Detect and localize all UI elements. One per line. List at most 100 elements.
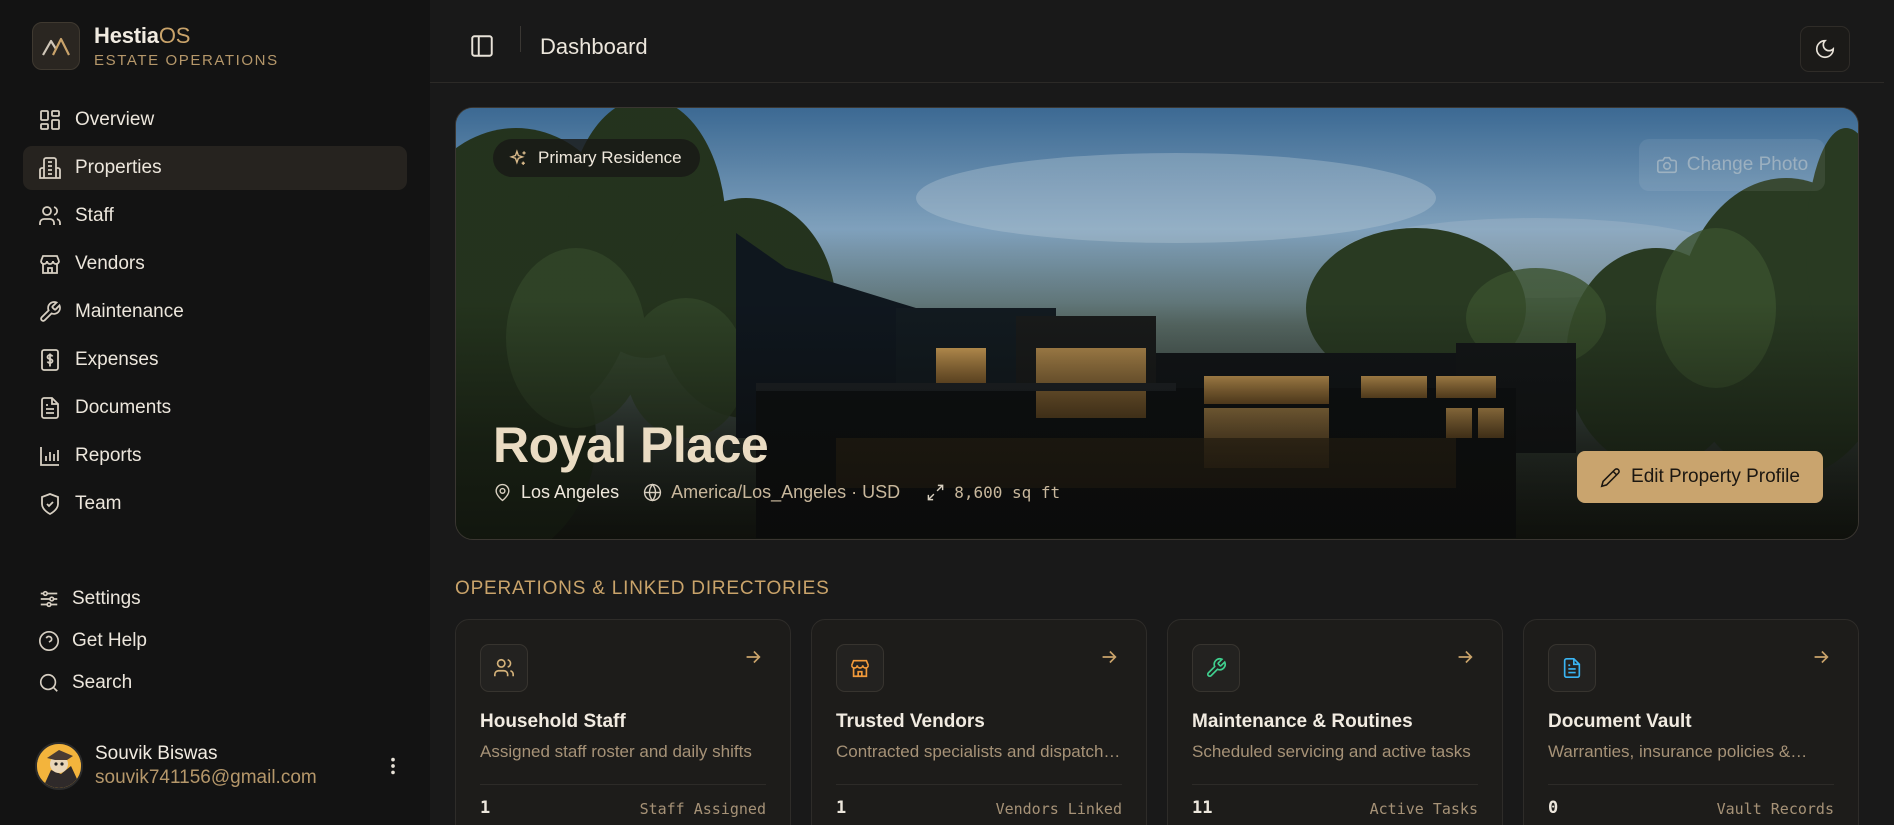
pencil-icon xyxy=(1600,467,1621,488)
card-title: Document Vault xyxy=(1548,711,1692,732)
card-label: Staff Assigned xyxy=(639,800,766,818)
sidebar-item-maintenance[interactable]: Maintenance xyxy=(23,290,407,334)
more-vertical-icon[interactable] xyxy=(381,753,405,779)
hestia-logo-icon xyxy=(32,22,80,70)
grid-icon xyxy=(38,108,62,132)
card-description: Warranties, insurance policies &… xyxy=(1548,742,1808,761)
store-icon xyxy=(38,252,62,276)
card-count: 1 xyxy=(836,798,847,818)
theme-toggle-button[interactable] xyxy=(1800,26,1850,72)
arrow-right-icon[interactable] xyxy=(1098,646,1120,668)
sliders-icon xyxy=(38,588,60,610)
badge-label: Primary Residence xyxy=(538,148,682,167)
card-count: 0 xyxy=(1548,798,1559,818)
sidebar-item-team[interactable]: Team xyxy=(23,482,407,526)
sidebar-item-label: Reports xyxy=(75,445,142,466)
sidebar-item-vendors[interactable]: Vendors xyxy=(23,242,407,286)
card-maintenance-routines[interactable]: Maintenance & Routines Scheduled servici… xyxy=(1167,619,1503,825)
app-name: HestiaOS xyxy=(94,23,191,48)
sidebar-item-label: Staff xyxy=(75,205,114,226)
building-icon xyxy=(38,156,62,180)
top-header: Dashboard xyxy=(430,0,1884,83)
card-description: Scheduled servicing and active tasks xyxy=(1192,742,1471,761)
sidebar-item-documents[interactable]: Documents xyxy=(23,386,407,430)
edit-property-profile-button[interactable]: Edit Property Profile xyxy=(1577,451,1823,503)
card-divider xyxy=(480,784,766,785)
property-city: Los Angeles xyxy=(493,482,619,503)
primary-residence-badge: Primary Residence xyxy=(493,139,700,177)
app-subtitle: ESTATE OPERATIONS xyxy=(94,52,279,69)
search-icon xyxy=(38,672,60,694)
sidebar-item-label: Team xyxy=(75,493,122,514)
sidebar-item-expenses[interactable]: Expenses xyxy=(23,338,407,382)
sidebar-item-label: Get Help xyxy=(72,630,147,651)
change-photo-button[interactable]: Change Photo xyxy=(1639,139,1825,191)
users-icon xyxy=(38,204,62,228)
map-pin-icon xyxy=(493,483,512,502)
card-divider xyxy=(1192,784,1478,785)
main-nav: Overview Properties Staff Vendors Mainte… xyxy=(23,98,407,530)
sidebar-item-reports[interactable]: Reports xyxy=(23,434,407,478)
property-timezone: America/Los_Angeles · USD xyxy=(643,482,900,503)
arrow-right-icon[interactable] xyxy=(1454,646,1476,668)
property-meta: Los Angeles America/Los_Angeles · USD 8,… xyxy=(493,482,1060,503)
card-label: Vault Records xyxy=(1716,800,1834,818)
timezone-label: America/Los_Angeles · USD xyxy=(671,482,901,502)
city-label: Los Angeles xyxy=(521,482,620,502)
sidebar-toggle-icon[interactable] xyxy=(469,33,495,59)
avatar xyxy=(35,742,83,790)
globe-icon xyxy=(643,483,662,502)
sidebar-item-label: Expenses xyxy=(75,349,159,370)
sidebar-item-label: Vendors xyxy=(75,253,145,274)
user-profile[interactable]: Souvik Biswas souvik741156@gmail.com xyxy=(35,741,405,791)
sidebar-item-label: Maintenance xyxy=(75,301,184,322)
card-label: Vendors Linked xyxy=(995,800,1122,818)
sidebar-item-label: Settings xyxy=(72,588,141,609)
sidebar-item-staff[interactable]: Staff xyxy=(23,194,407,238)
sidebar-item-properties[interactable]: Properties xyxy=(23,146,407,190)
page-title: Dashboard xyxy=(540,34,648,59)
change-photo-label: Change Photo xyxy=(1686,154,1809,175)
header-divider xyxy=(520,26,521,52)
edit-button-label: Edit Property Profile xyxy=(1631,466,1800,487)
sidebar-item-label: Overview xyxy=(75,109,155,130)
sidebar-item-overview[interactable]: Overview xyxy=(23,98,407,142)
card-title: Trusted Vendors xyxy=(836,711,985,732)
bar-chart-icon xyxy=(38,444,62,468)
card-document-vault[interactable]: Document Vault Warranties, insurance pol… xyxy=(1523,619,1859,825)
secondary-nav: Settings Get Help Search xyxy=(23,580,407,706)
arrow-right-icon[interactable] xyxy=(1810,646,1832,668)
brand[interactable]: HestiaOS ESTATE OPERATIONS xyxy=(32,22,279,70)
wrench-icon xyxy=(1192,644,1240,692)
card-label: Active Tasks xyxy=(1369,800,1478,818)
sidebar-item-settings[interactable]: Settings xyxy=(23,580,407,618)
sidebar-item-get-help[interactable]: Get Help xyxy=(23,622,407,660)
user-name: Souvik Biswas xyxy=(95,743,218,764)
document-icon xyxy=(38,396,62,420)
property-hero: Primary Residence Change Photo Royal Pla… xyxy=(455,107,1859,540)
sidebar-item-label: Properties xyxy=(75,157,162,178)
sparkles-icon xyxy=(509,148,528,168)
area-label: 8,600 sq ft xyxy=(954,483,1061,502)
camera-icon xyxy=(1656,154,1678,176)
dollar-receipt-icon xyxy=(38,348,62,372)
card-household-staff[interactable]: Household Staff Assigned staff roster an… xyxy=(455,619,791,825)
users-icon xyxy=(480,644,528,692)
property-area: 8,600 sq ft xyxy=(926,483,1060,502)
help-icon xyxy=(38,630,60,652)
card-description: Contracted specialists and dispatch… xyxy=(836,742,1121,761)
card-trusted-vendors[interactable]: Trusted Vendors Contracted specialists a… xyxy=(811,619,1147,825)
arrow-right-icon[interactable] xyxy=(742,646,764,668)
sidebar-item-label: Search xyxy=(72,672,133,693)
card-divider xyxy=(1548,784,1834,785)
shield-icon xyxy=(38,492,62,516)
card-count: 11 xyxy=(1192,798,1213,818)
moon-icon xyxy=(1814,38,1836,60)
sidebar-item-search[interactable]: Search xyxy=(23,664,407,702)
user-email: souvik741156@gmail.com xyxy=(95,767,317,788)
card-title: Household Staff xyxy=(480,711,626,732)
card-divider xyxy=(836,784,1122,785)
main-content: Dashboard Primary Residence Change Photo… xyxy=(430,0,1894,825)
section-title: OPERATIONS & LINKED DIRECTORIES xyxy=(455,578,830,599)
wrench-icon xyxy=(38,300,62,324)
